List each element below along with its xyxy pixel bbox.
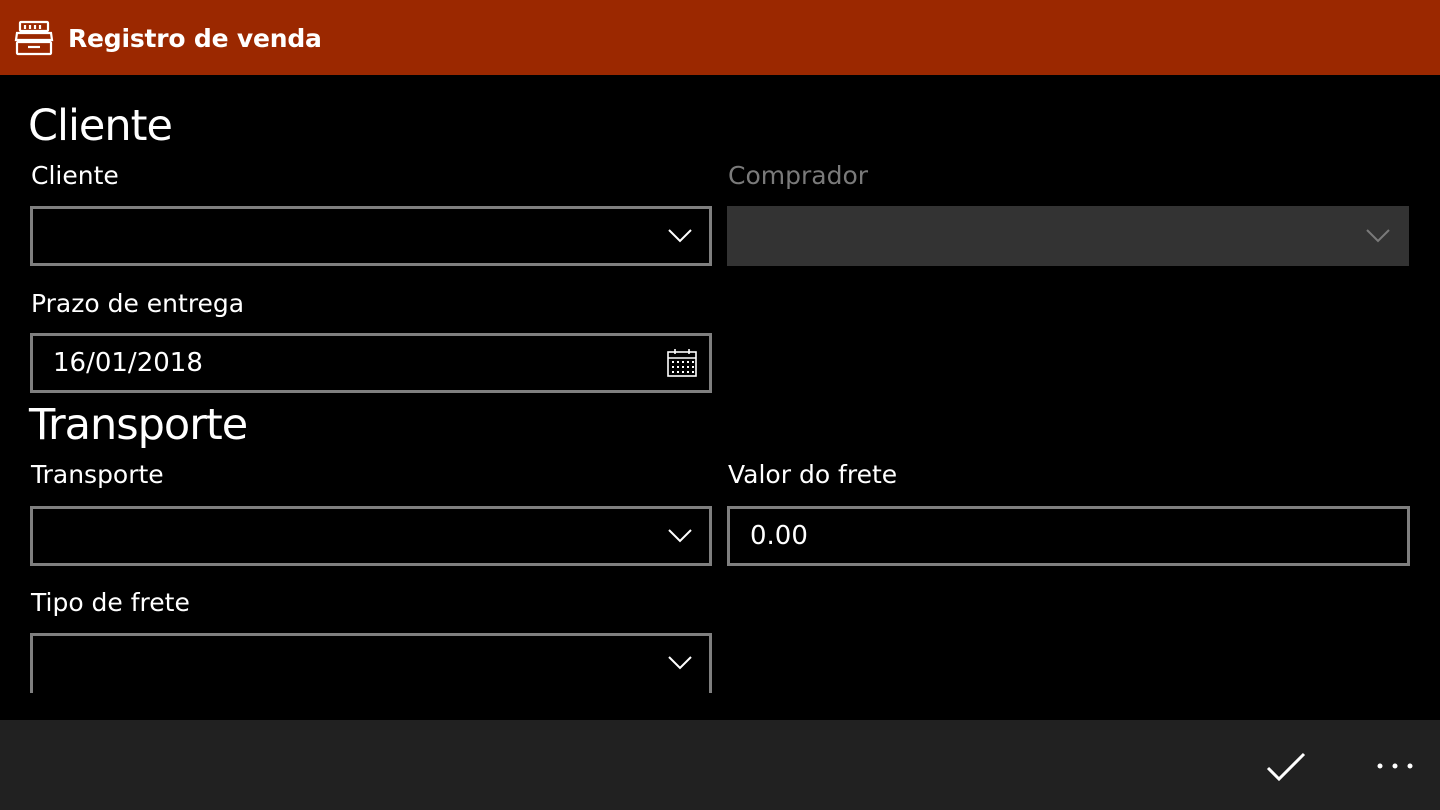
chevron-down-icon — [668, 229, 692, 243]
tipo-frete-combobox[interactable] — [30, 633, 712, 693]
command-bar — [0, 720, 1440, 810]
cliente-label: Cliente — [31, 161, 119, 190]
valor-frete-input[interactable]: 0.00 — [727, 506, 1410, 566]
prazo-entrega-label: Prazo de entrega — [31, 289, 245, 318]
comprador-combobox — [727, 206, 1409, 266]
transporte-label: Transporte — [31, 460, 164, 489]
valor-frete-label: Valor do frete — [728, 460, 898, 489]
prazo-entrega-datepicker[interactable]: 16/01/2018 — [30, 333, 712, 393]
form-content[interactable]: Cliente Cliente Comprador Prazo de entre… — [0, 75, 1440, 720]
chevron-down-icon — [668, 529, 692, 543]
cliente-combobox[interactable] — [30, 206, 712, 266]
prazo-entrega-value: 16/01/2018 — [53, 348, 203, 378]
valor-frete-value: 0.00 — [750, 521, 808, 551]
section-title-transporte: Transporte — [29, 400, 248, 450]
app-title: Registro de venda — [68, 24, 322, 53]
checkmark-icon[interactable] — [1262, 747, 1310, 787]
section-title-cliente: Cliente — [28, 101, 173, 151]
transporte-combobox[interactable] — [30, 506, 712, 566]
title-bar: Registro de venda — [0, 0, 1440, 75]
more-dots-icon[interactable] — [1370, 750, 1420, 780]
calendar-icon[interactable] — [667, 349, 697, 377]
comprador-label: Comprador — [728, 161, 869, 190]
chevron-down-icon — [1366, 229, 1390, 243]
tipo-frete-label: Tipo de frete — [31, 588, 190, 617]
cash-register-icon — [14, 20, 54, 56]
chevron-down-icon — [668, 656, 692, 670]
